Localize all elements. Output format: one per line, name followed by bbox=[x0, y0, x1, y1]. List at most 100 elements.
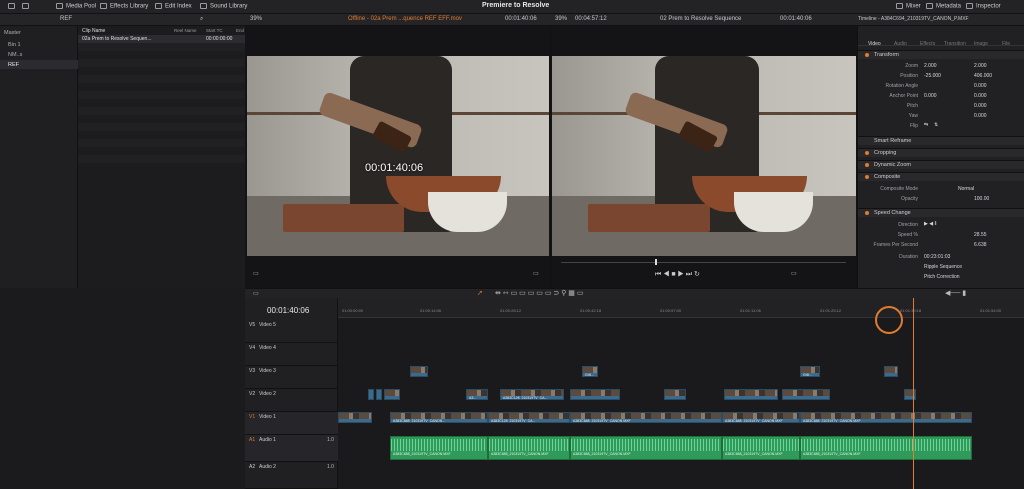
source-viewer[interactable]: 00:01:40:06 ▭ ▭ bbox=[245, 26, 550, 288]
anchor-y-field[interactable]: 0.000 bbox=[974, 93, 987, 99]
tab-image[interactable]: Image bbox=[974, 41, 988, 47]
video-clip[interactable] bbox=[384, 389, 400, 400]
playhead[interactable] bbox=[913, 298, 914, 489]
enabled-dot[interactable] bbox=[865, 175, 869, 179]
flip-horizontal-icon[interactable]: ⇆ bbox=[924, 122, 928, 128]
composite-mode-select[interactable]: Normal bbox=[958, 186, 974, 192]
mixer-tab[interactable]: Mixer bbox=[896, 3, 921, 10]
video-clip[interactable]: A383C688_210319TV_CANON.MXF bbox=[800, 412, 972, 423]
effects-library-tab[interactable]: Effects Library bbox=[100, 3, 148, 10]
bin-item[interactable]: REF bbox=[8, 62, 19, 68]
video-clip[interactable]: A383C128_210319TV_CA... bbox=[488, 412, 570, 423]
video-clip[interactable] bbox=[782, 389, 830, 400]
duration-field[interactable]: 00:23:01:03 bbox=[924, 254, 950, 260]
track-header-v3[interactable]: V3 Video 3 bbox=[245, 366, 338, 389]
video-clip[interactable] bbox=[376, 389, 382, 400]
bin-master[interactable]: Master bbox=[4, 30, 21, 36]
enabled-dot[interactable] bbox=[865, 151, 869, 155]
audio-clip[interactable]: A383C688_210319TV_CANON.MXF bbox=[570, 436, 722, 460]
timeline-ruler[interactable]: 01:00:00:00 01:00:14:06 01:00:28:12 01:0… bbox=[338, 298, 1024, 318]
record-zoom[interactable]: 39% bbox=[555, 16, 567, 22]
audio-clip[interactable]: A383C688_210319TV_CANON.MXF bbox=[390, 436, 488, 460]
track-header-v2[interactable]: V2 Video 2 bbox=[245, 389, 338, 412]
section-transform[interactable]: Transform bbox=[858, 50, 1024, 59]
anchor-x-field[interactable]: 0.000 bbox=[924, 93, 937, 99]
col-start-tc[interactable]: Start TC bbox=[206, 28, 223, 33]
enabled-dot[interactable] bbox=[865, 53, 869, 57]
media-pool-tab[interactable]: Media Pool bbox=[56, 3, 96, 10]
sound-library-tab[interactable]: Sound Library bbox=[200, 3, 247, 10]
list-icon[interactable] bbox=[22, 3, 32, 10]
section-dynamic-zoom[interactable]: Dynamic Zoom bbox=[858, 160, 1024, 169]
speed-field[interactable]: 28.55 bbox=[974, 232, 987, 238]
tab-audio[interactable]: Audio bbox=[894, 41, 907, 47]
position-y-field[interactable]: 406.000 bbox=[974, 73, 992, 79]
section-speed-change[interactable]: Speed Change bbox=[858, 208, 1024, 217]
enabled-dot[interactable] bbox=[865, 163, 869, 167]
col-clip-name[interactable]: Clip Name bbox=[82, 28, 105, 34]
fps-field[interactable]: 6.638 bbox=[974, 242, 987, 248]
video-clip[interactable]: A383C688_210319TV_CANON... bbox=[390, 412, 488, 423]
transport-controls[interactable]: ⏮ ◀ ■ ▶ ⏭ ↻ bbox=[655, 270, 700, 279]
tab-video[interactable]: Video bbox=[868, 41, 881, 47]
position-x-field[interactable]: -25.000 bbox=[924, 73, 941, 79]
source-zoom[interactable]: 39% bbox=[250, 16, 262, 22]
ripple-sequence-checkbox[interactable]: Ripple Sequence bbox=[924, 264, 962, 270]
selection-tool-icon[interactable]: ➚ bbox=[477, 289, 483, 297]
flip-vertical-icon[interactable]: ⇅ bbox=[934, 122, 938, 128]
zoom-y-field[interactable]: 2.000 bbox=[974, 63, 987, 69]
track-header-v4[interactable]: V4 Video 4 bbox=[245, 343, 338, 366]
video-clip[interactable] bbox=[410, 366, 428, 377]
track-header-v5[interactable]: V5 Video 5 bbox=[245, 320, 338, 343]
match-frame-icon[interactable]: ▭ bbox=[533, 270, 539, 277]
sequence-name[interactable]: 02 Prem to Resolve Sequence bbox=[660, 16, 741, 22]
audio-clip[interactable]: A383C688_210319TV_CANON.MXF bbox=[488, 436, 570, 460]
volume-slider[interactable]: ◀── ▮ bbox=[945, 289, 966, 297]
section-cropping[interactable]: Cropping bbox=[858, 148, 1024, 157]
grid-icon[interactable] bbox=[8, 3, 18, 10]
inspector-tab[interactable]: Inspector bbox=[966, 3, 1001, 10]
track-header-v1[interactable]: V1 Video 1 bbox=[245, 412, 338, 435]
col-reel-name[interactable]: Reel Name bbox=[174, 28, 197, 33]
audio-clip[interactable]: A383C688_210319TV_CANON.MXF bbox=[722, 436, 800, 460]
direction-icons[interactable]: ▶ ◀ ‖ bbox=[924, 221, 937, 227]
timeline-tracks[interactable]: 01:00:00:00 01:00:14:06 01:00:28:12 01:0… bbox=[338, 298, 1024, 489]
video-clip[interactable] bbox=[724, 389, 778, 400]
bin-item[interactable]: Bin 1 bbox=[8, 42, 21, 48]
bin-item[interactable]: NM..s bbox=[8, 52, 22, 58]
video-clip[interactable]: A383C688_210319TV_CANON.MXF bbox=[570, 412, 722, 423]
pitch-field[interactable]: 0.000 bbox=[974, 103, 987, 109]
zoom-x-field[interactable]: 2.000 bbox=[924, 63, 937, 69]
timeline-view-icon[interactable]: ▭ bbox=[253, 290, 259, 297]
video-clip[interactable] bbox=[338, 412, 372, 423]
rotation-field[interactable]: 0.000 bbox=[974, 83, 987, 89]
video-clip[interactable]: Gr8... bbox=[582, 366, 598, 377]
list-item[interactable]: 02a Prem to Resolve Sequen... 00:00:00:0… bbox=[78, 35, 245, 43]
metadata-tab[interactable]: Metadata bbox=[926, 3, 961, 10]
video-clip[interactable]: Gr8... bbox=[800, 366, 820, 377]
edit-tools[interactable]: ⇹ ⇿ ▭ ▭ ▭ ▭ ▭ ⊃ ⚲ ▦ ▭ bbox=[495, 289, 583, 297]
audio-clip[interactable]: A383C688_210319TV_CANON.MXF bbox=[800, 436, 972, 460]
track-header-a1[interactable]: A1 Audio 1 1.0 bbox=[245, 435, 338, 462]
video-clip[interactable] bbox=[570, 389, 620, 400]
pitch-correction-checkbox[interactable]: Pitch Correction bbox=[924, 274, 960, 280]
scrubber-handle[interactable] bbox=[655, 259, 657, 265]
section-composite[interactable]: Composite bbox=[858, 172, 1024, 181]
video-clip[interactable] bbox=[904, 389, 916, 400]
timeline-viewer[interactable]: ⏮ ◀ ■ ▶ ⏭ ↻ ▭ bbox=[550, 26, 857, 288]
video-clip[interactable]: A3... bbox=[466, 389, 488, 400]
track-header-a2[interactable]: A2 Audio 2 1.0 bbox=[245, 462, 338, 489]
video-clip[interactable] bbox=[884, 366, 898, 377]
tab-effects[interactable]: Effects bbox=[920, 41, 935, 47]
enabled-dot[interactable] bbox=[865, 211, 869, 215]
timeline-timecode[interactable]: 00:01:40:06 bbox=[267, 306, 309, 315]
search-icon[interactable]: ⌕ bbox=[200, 16, 203, 23]
col-end[interactable]: End bbox=[236, 28, 244, 33]
video-clip[interactable] bbox=[368, 389, 374, 400]
tab-file[interactable]: File bbox=[1002, 41, 1010, 47]
tab-transition[interactable]: Transition bbox=[944, 41, 966, 47]
viewer-scrubber[interactable] bbox=[561, 262, 846, 263]
edit-index-tab[interactable]: Edit Index bbox=[155, 3, 192, 10]
video-clip[interactable] bbox=[664, 389, 686, 400]
section-smart-reframe[interactable]: Smart Reframe bbox=[858, 136, 1024, 145]
